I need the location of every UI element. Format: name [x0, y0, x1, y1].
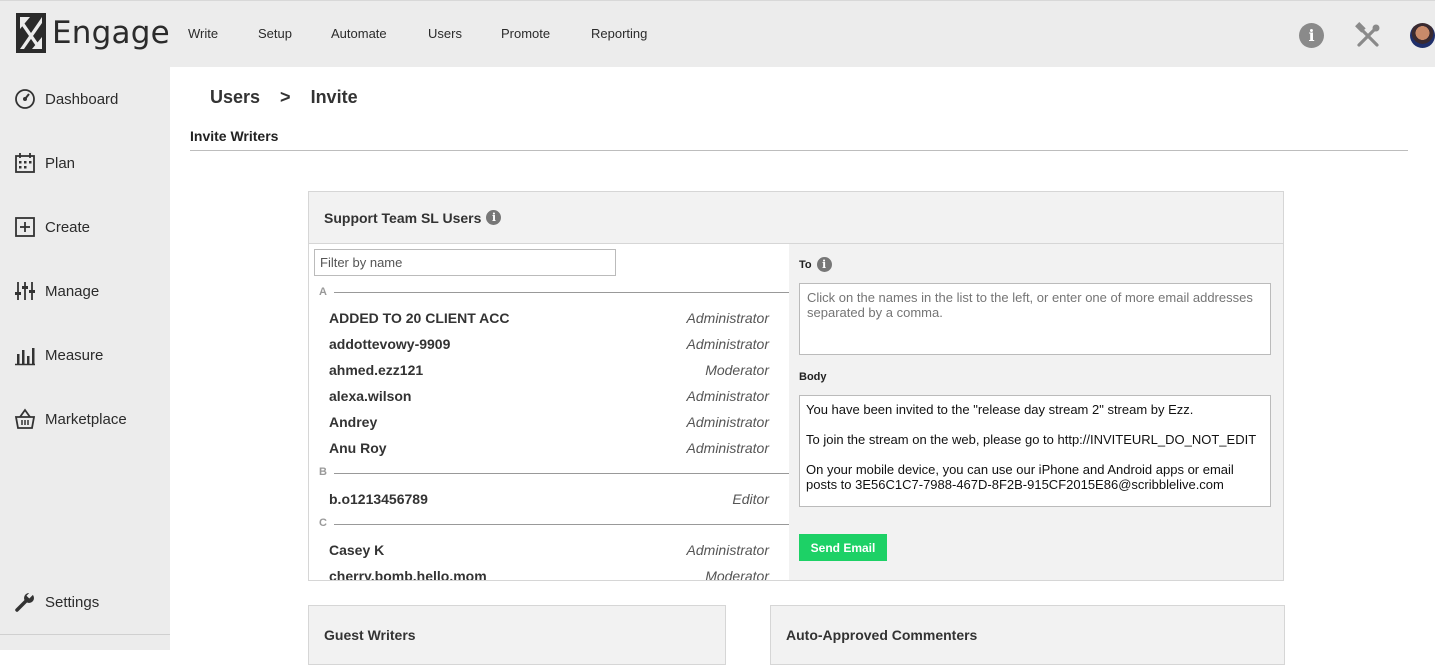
- guest-writers-panel: Guest Writers: [308, 605, 726, 665]
- nav-reporting[interactable]: Reporting: [591, 26, 671, 41]
- filter-input[interactable]: [314, 249, 616, 276]
- list-item[interactable]: ahmed.ezz121 Moderator: [329, 362, 769, 384]
- group-letter: B: [319, 466, 327, 478]
- user-name: cherry.bomb.hello.mom: [329, 568, 487, 580]
- user-list: A ADDED TO 20 CLIENT ACC Administrator a…: [309, 244, 789, 580]
- nav-users[interactable]: Users: [428, 26, 501, 41]
- page-title: Invite Writers: [190, 128, 279, 144]
- sidebar-item-label: Manage: [45, 282, 100, 300]
- basket-icon: [14, 408, 36, 429]
- breadcrumb-current: Invite: [310, 87, 358, 107]
- nav-promote[interactable]: Promote: [501, 26, 591, 41]
- body-field[interactable]: You have been invited to the "release da…: [799, 395, 1271, 507]
- sidebar-item-label: Plan: [45, 154, 76, 172]
- user-name: b.o1213456789: [329, 491, 428, 507]
- engage-logo[interactable]: Engage: [16, 13, 170, 53]
- list-item[interactable]: b.o1213456789 Editor: [329, 491, 769, 513]
- user-role: Administrator: [686, 310, 769, 326]
- group-divider: [334, 524, 789, 525]
- info-icon[interactable]: i: [1299, 23, 1324, 48]
- sidebar-item-label: Dashboard: [45, 90, 119, 108]
- sidebar-item-plan[interactable]: Plan: [14, 151, 75, 175]
- breadcrumb: Users > Invite: [210, 87, 358, 108]
- auto-approved-title: Auto-Approved Commenters: [786, 627, 978, 643]
- info-icon[interactable]: i: [486, 210, 502, 225]
- sidebar-item-dashboard[interactable]: Dashboard: [14, 87, 118, 111]
- to-label-row: To i: [799, 257, 832, 272]
- user-role: Administrator: [686, 388, 769, 404]
- group-letter: C: [319, 517, 327, 529]
- send-email-button[interactable]: Send Email: [799, 534, 887, 561]
- sidebar: Dashboard Plan Create Manage Measure Mar…: [0, 67, 170, 650]
- list-item[interactable]: Anu Roy Administrator: [329, 440, 769, 462]
- engage-logo-icon: [16, 13, 46, 53]
- to-field[interactable]: [799, 283, 1271, 355]
- sidebar-item-label: Create: [45, 218, 91, 236]
- dashboard-icon: [15, 89, 35, 109]
- breadcrumb-separator: >: [280, 87, 291, 107]
- body-line: You have been invited to the "release da…: [806, 402, 1194, 417]
- top-bar: Engage Write Setup Automate Users Promot…: [0, 0, 1435, 67]
- sidebar-item-settings[interactable]: Settings: [14, 590, 99, 614]
- invite-compose: To i Body You have been invited to the "…: [789, 244, 1283, 580]
- user-role: Editor: [732, 491, 769, 507]
- user-role: Administrator: [686, 440, 769, 456]
- user-name: alexa.wilson: [329, 388, 412, 404]
- nav-write[interactable]: Write: [188, 26, 258, 41]
- list-item[interactable]: Andrey Administrator: [329, 414, 769, 436]
- tools-icon[interactable]: [1354, 22, 1382, 50]
- guest-writers-title: Guest Writers: [324, 627, 416, 643]
- list-item[interactable]: cherry.bomb.hello.mom Moderator: [329, 568, 769, 580]
- user-name: ahmed.ezz121: [329, 362, 424, 378]
- title-divider: [190, 150, 1408, 151]
- user-name: ADDED TO 20 CLIENT ACC: [329, 310, 510, 326]
- body-label: Body: [799, 371, 827, 383]
- list-item[interactable]: addottevowy-9909 Administrator: [329, 336, 769, 358]
- nav-automate[interactable]: Automate: [331, 26, 428, 41]
- user-role: Administrator: [686, 542, 769, 558]
- sidebar-item-label: Marketplace: [45, 410, 127, 428]
- user-role: Moderator: [705, 568, 769, 580]
- user-role: Administrator: [686, 336, 769, 352]
- sidebar-item-label: Measure: [45, 346, 104, 364]
- list-item[interactable]: alexa.wilson Administrator: [329, 388, 769, 410]
- list-item[interactable]: Casey K Administrator: [329, 542, 769, 564]
- sidebar-item-measure[interactable]: Measure: [14, 343, 103, 367]
- sidebar-item-create[interactable]: Create: [14, 215, 90, 239]
- bar-chart-icon: [15, 348, 35, 366]
- breadcrumb-users[interactable]: Users: [210, 87, 260, 108]
- info-icon[interactable]: i: [816, 257, 832, 272]
- sidebar-divider: [0, 634, 170, 635]
- body-line: On your mobile device, you can use our i…: [806, 462, 1234, 492]
- group-divider: [334, 292, 789, 293]
- support-team-panel: Support Team SL Users i A ADDED TO 20 CL…: [308, 191, 1284, 581]
- top-icons: i: [1235, 21, 1435, 51]
- body-line: To join the stream on the web, please go…: [806, 432, 1257, 447]
- nav-setup[interactable]: Setup: [258, 26, 331, 41]
- plus-square-icon: [15, 217, 35, 237]
- user-name: Andrey: [329, 414, 378, 430]
- calendar-icon: [15, 153, 35, 173]
- list-item[interactable]: ADDED TO 20 CLIENT ACC Administrator: [329, 310, 769, 332]
- top-nav: Write Setup Automate Users Promote Repor…: [188, 26, 671, 41]
- panel-title: Support Team SL Users: [324, 209, 482, 226]
- group-letter: A: [319, 286, 327, 298]
- user-role: Moderator: [705, 362, 769, 378]
- user-name: Casey K: [329, 542, 385, 558]
- sidebar-item-marketplace[interactable]: Marketplace: [14, 407, 127, 431]
- avatar[interactable]: [1410, 23, 1435, 48]
- user-name: Anu Roy: [329, 440, 387, 456]
- sidebar-item-manage[interactable]: Manage: [14, 279, 99, 303]
- auto-approved-panel: Auto-Approved Commenters: [770, 605, 1285, 665]
- group-divider: [334, 473, 789, 474]
- sidebar-item-label: Settings: [45, 593, 100, 611]
- panel-header: Support Team SL Users i: [309, 192, 1283, 244]
- app-name: Engage: [52, 15, 170, 51]
- user-name: addottevowy-9909: [329, 336, 451, 352]
- to-label: To: [799, 258, 812, 271]
- user-role: Administrator: [686, 414, 769, 430]
- wrench-icon: [15, 591, 34, 612]
- sliders-icon: [15, 282, 35, 300]
